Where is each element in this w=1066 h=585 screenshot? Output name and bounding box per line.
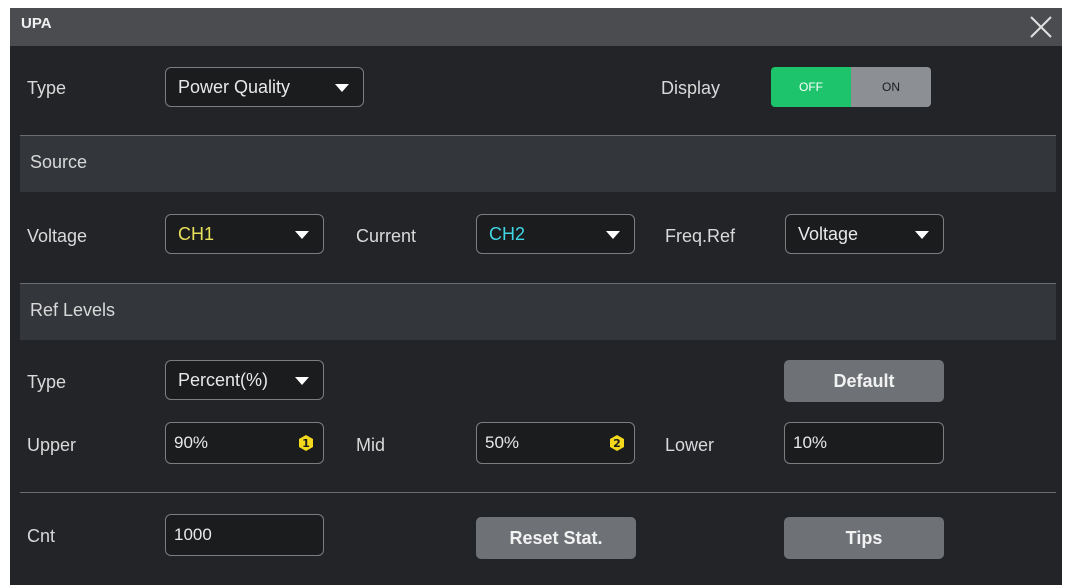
tips-button[interactable]: Tips [784, 517, 944, 559]
ref-type-value: Percent(%) [178, 370, 269, 390]
chevron-down-icon [335, 84, 349, 92]
chevron-down-icon [606, 231, 620, 239]
reset-stat-button[interactable]: Reset Stat. [476, 517, 636, 559]
current-label: Current [356, 226, 417, 246]
chevron-down-icon [295, 231, 309, 239]
ref-type-dropdown[interactable]: Percent(%) [165, 360, 324, 400]
number-2-badge-icon: 2 [610, 435, 624, 451]
upper-value: 90% [174, 433, 209, 452]
display-label: Display [661, 78, 721, 98]
current-dropdown[interactable]: CH2 [476, 214, 635, 254]
ref-levels-header: Ref Levels [30, 300, 116, 320]
title-bar: UPA [10, 8, 1062, 46]
ref-levels-section-header: Ref Levels [20, 284, 1056, 340]
voltage-dropdown[interactable]: CH1 [165, 214, 324, 254]
ref-type-label: Type [27, 372, 67, 392]
freqref-value: Voltage [798, 224, 859, 244]
lower-field[interactable]: 10% [784, 422, 944, 464]
chevron-down-icon [915, 231, 929, 239]
svg-text:2: 2 [613, 437, 621, 450]
voltage-value: CH1 [178, 224, 215, 244]
divider [20, 492, 1056, 493]
source-section-header: Source [20, 136, 1056, 192]
upper-field[interactable]: 90% 1 [165, 422, 324, 464]
cnt-label: Cnt [27, 526, 56, 546]
chevron-down-icon [295, 377, 309, 385]
display-toggle[interactable]: OFF ON [771, 67, 931, 107]
freqref-dropdown[interactable]: Voltage [785, 214, 944, 254]
mid-label: Mid [356, 435, 386, 455]
number-1-badge-icon: 1 [299, 435, 313, 451]
upa-dialog: UPA Type Power Quality Display OFF ON So… [10, 8, 1062, 585]
freqref-label: Freq.Ref [665, 226, 736, 246]
current-value: CH2 [489, 224, 526, 244]
type-label: Type [27, 78, 67, 98]
source-header: Source [30, 152, 88, 172]
mid-field[interactable]: 50% 2 [476, 422, 635, 464]
display-on-option[interactable]: ON [851, 67, 931, 107]
voltage-label: Voltage [27, 226, 88, 246]
type-value: Power Quality [178, 77, 291, 97]
cnt-field[interactable]: 1000 [165, 514, 324, 556]
lower-value: 10% [793, 433, 828, 452]
display-off-option[interactable]: OFF [771, 67, 851, 107]
mid-value: 50% [485, 433, 520, 452]
close-icon[interactable] [1026, 12, 1056, 42]
cnt-value: 1000 [174, 525, 212, 544]
type-dropdown[interactable]: Power Quality [165, 67, 364, 107]
svg-text:1: 1 [302, 437, 310, 450]
default-button[interactable]: Default [784, 360, 944, 402]
dialog-title: UPA [21, 15, 52, 32]
lower-label: Lower [665, 435, 715, 455]
upper-label: Upper [27, 435, 77, 455]
